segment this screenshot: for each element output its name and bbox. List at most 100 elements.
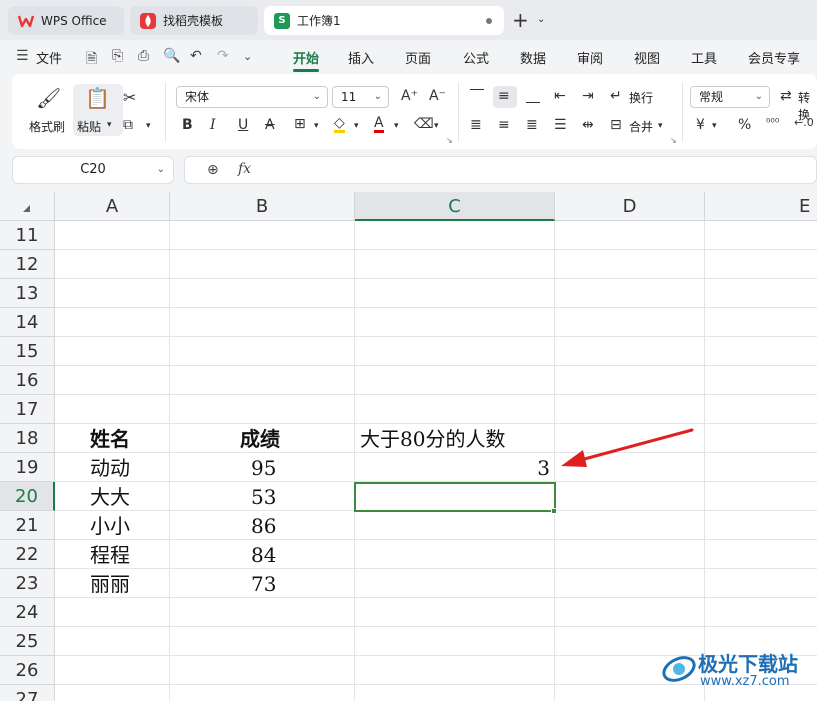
cell-b20[interactable]: 53	[251, 483, 276, 512]
decrease-font-icon[interactable]: A⁻	[429, 88, 446, 104]
menu-formula[interactable]: 公式	[463, 48, 489, 67]
save-icon[interactable]: 🗎	[86, 48, 97, 72]
menu-tools[interactable]: 工具	[691, 48, 717, 67]
cell-a19[interactable]: 动动	[90, 454, 130, 483]
new-tab-plus-icon[interactable]: +	[512, 10, 529, 30]
menu-file[interactable]: 文件	[36, 48, 62, 67]
cell-c19[interactable]: 3	[355, 454, 550, 483]
align-center-icon[interactable]: ≡	[498, 117, 510, 133]
row-header[interactable]: 17	[0, 395, 55, 424]
chevron-down-icon[interactable]: ▾	[354, 121, 359, 131]
format-painter-icon[interactable]: 🖌	[36, 86, 61, 110]
column-header-e[interactable]: E	[705, 192, 817, 221]
active-cell-c20[interactable]	[354, 482, 556, 512]
column-header-c[interactable]: C	[355, 192, 555, 221]
row-header[interactable]: 13	[0, 279, 55, 308]
name-box[interactable]: C20 ⌄	[12, 156, 174, 184]
bold-icon[interactable]: B	[182, 117, 193, 133]
number-format-select[interactable]: 常规 ⌄	[690, 86, 770, 108]
cell-a21[interactable]: 小小	[90, 512, 130, 541]
cell-c18[interactable]: 大于80分的人数	[360, 425, 505, 454]
menu-page[interactable]: 页面	[405, 48, 431, 67]
increase-font-icon[interactable]: A⁺	[401, 88, 418, 104]
undo-icon[interactable]: ↶	[190, 48, 202, 64]
row-header[interactable]: 25	[0, 627, 55, 656]
cell-a20[interactable]: 大大	[90, 483, 130, 512]
spreadsheet-grid[interactable]: A B C D E 11 12 13 14 15 16 17 18 19 20 …	[0, 192, 817, 701]
merge-icon[interactable]: ⊟	[610, 117, 622, 133]
print-preview-icon[interactable]: 🔍	[163, 48, 180, 64]
cut-icon[interactable]: ✂	[123, 88, 136, 107]
align-top-icon[interactable]: ⎺	[470, 88, 484, 104]
convert-icon[interactable]: ⇄	[780, 88, 792, 104]
wrap-text-icon[interactable]: ↵	[610, 88, 622, 104]
row-header[interactable]: 19	[0, 453, 55, 482]
font-color-icon[interactable]: A	[374, 116, 384, 133]
chevron-down-icon[interactable]: ▾	[434, 121, 439, 131]
eraser-icon[interactable]: ⌫	[414, 116, 434, 132]
row-header[interactable]: 15	[0, 337, 55, 366]
tab-docer[interactable]: 找稻壳模板	[130, 6, 258, 35]
menu-review[interactable]: 审阅	[577, 48, 603, 67]
print-icon[interactable]: ⎙	[138, 48, 149, 64]
fx-icon[interactable]: fx	[238, 161, 251, 177]
currency-icon[interactable]: ¥	[696, 117, 705, 133]
cell-b21[interactable]: 86	[251, 512, 276, 541]
formula-bar[interactable]: ⊕ fx	[184, 156, 817, 184]
indent-decrease-icon[interactable]: ⇤	[554, 88, 566, 104]
fill-color-icon[interactable]: ◇	[334, 116, 345, 133]
row-header[interactable]: 12	[0, 250, 55, 279]
chevron-down-icon[interactable]: ▾	[712, 121, 717, 131]
underline-icon[interactable]: U	[238, 117, 248, 133]
border-icon[interactable]: ⊞	[294, 116, 306, 132]
zoom-icon[interactable]: ⊕	[207, 162, 219, 178]
align-right-icon[interactable]: ≣	[526, 117, 538, 133]
cell-a18[interactable]: 姓名	[90, 425, 130, 454]
hamburger-icon[interactable]: ☰	[16, 48, 29, 64]
chevron-down-icon[interactable]: ▾	[314, 121, 319, 131]
menu-view[interactable]: 视图	[634, 48, 660, 67]
cell-b22[interactable]: 84	[251, 541, 276, 570]
indent-increase-icon[interactable]: ⇥	[582, 88, 594, 104]
row-header[interactable]: 18	[0, 424, 55, 453]
decimal-increase-icon[interactable]: ←.0	[794, 116, 814, 129]
menu-member[interactable]: 会员专享	[748, 48, 800, 67]
font-size-select[interactable]: 11 ⌄	[332, 86, 389, 108]
column-header-a[interactable]: A	[55, 192, 170, 221]
menu-home[interactable]: 开始	[293, 48, 319, 67]
chevron-down-icon[interactable]: ⌄	[243, 50, 252, 63]
row-header[interactable]: 26	[0, 656, 55, 685]
tab-wps-office[interactable]: WPS Office	[8, 6, 124, 35]
strikethrough-icon[interactable]: A	[265, 117, 275, 133]
align-left-icon[interactable]: ≣	[470, 117, 482, 133]
row-header[interactable]: 22	[0, 540, 55, 569]
merge-label[interactable]: 合并	[629, 118, 653, 135]
justify-icon[interactable]: ☰	[554, 117, 567, 133]
font-name-select[interactable]: 宋体 ⌄	[176, 86, 328, 108]
wrap-text-label[interactable]: 换行	[629, 89, 653, 106]
row-header[interactable]: 23	[0, 569, 55, 598]
row-header[interactable]: 11	[0, 221, 55, 250]
align-bottom-icon[interactable]: ⎽	[526, 88, 540, 104]
copy-icon[interactable]: ⧉	[123, 117, 133, 133]
thousands-icon[interactable]: ⁰⁰⁰	[766, 116, 779, 129]
chevron-down-icon[interactable]: ▾	[394, 121, 399, 131]
row-header[interactable]: 24	[0, 598, 55, 627]
italic-icon[interactable]: I	[210, 117, 216, 133]
row-header-selected[interactable]: 20	[0, 482, 55, 511]
column-header-b[interactable]: B	[170, 192, 355, 221]
dialog-launcher-icon[interactable]: ↘	[670, 136, 677, 145]
row-header[interactable]: 21	[0, 511, 55, 540]
select-all-corner[interactable]	[0, 192, 55, 221]
cell-a22[interactable]: 程程	[90, 541, 130, 570]
row-header[interactable]: 16	[0, 366, 55, 395]
percent-icon[interactable]: %	[738, 117, 751, 133]
tab-workbook[interactable]: S 工作簿1	[264, 6, 504, 35]
fill-handle[interactable]	[551, 508, 557, 514]
align-middle-button[interactable]: ≡	[493, 86, 517, 108]
export-icon[interactable]: ⎘	[112, 48, 123, 64]
row-header[interactable]: 14	[0, 308, 55, 337]
column-header-d[interactable]: D	[555, 192, 705, 221]
distribute-icon[interactable]: ⇹	[582, 117, 594, 133]
menu-data[interactable]: 数据	[520, 48, 546, 67]
